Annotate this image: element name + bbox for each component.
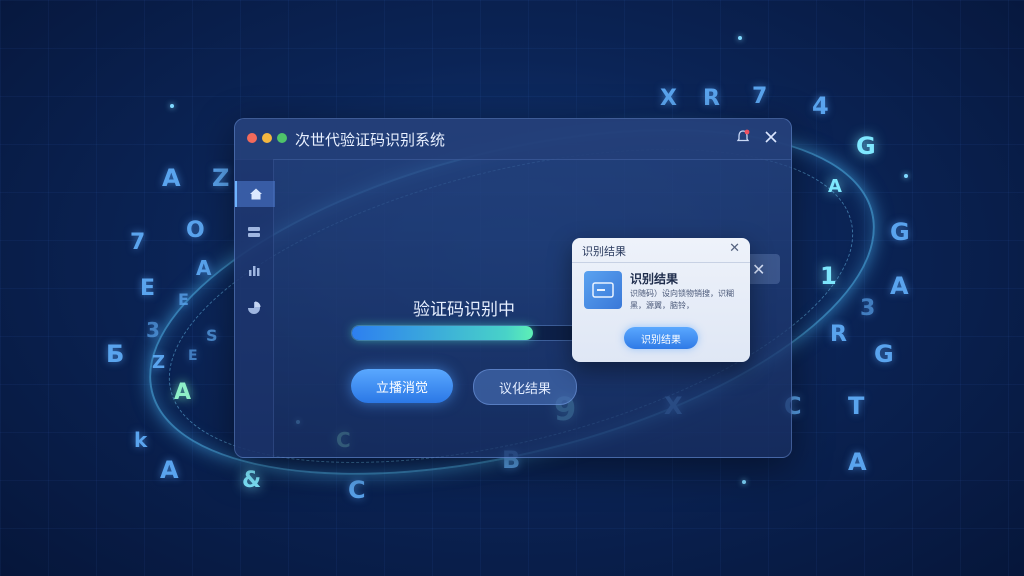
image-thumbnail-icon <box>584 271 622 309</box>
window-title: 次世代验证码识别系统 <box>295 131 446 149</box>
glyph: R <box>830 322 847 347</box>
glyph: E <box>178 290 189 309</box>
glyph: E <box>140 276 156 301</box>
glyph: & <box>242 468 262 493</box>
glyph: S <box>206 326 218 345</box>
close-dot[interactable] <box>247 133 257 143</box>
primary-button[interactable]: 立播消觉 <box>351 369 453 403</box>
bar-chart-icon <box>249 266 260 276</box>
sidebar-item-layers[interactable] <box>241 219 267 245</box>
pie-chart-icon <box>248 301 261 314</box>
glyph: 7 <box>130 230 146 255</box>
sidebar-item-home[interactable] <box>235 181 275 207</box>
glyph: Z <box>212 164 230 192</box>
popup-description: 识随码）设向锁物销搜，识糊黑，源翼，脑铃， <box>630 289 734 310</box>
glyph: A <box>890 272 909 300</box>
maximize-dot[interactable] <box>277 133 287 143</box>
notification-icon[interactable] <box>733 129 753 149</box>
background-close-icon: ✕ <box>752 260 766 279</box>
popup-close-icon[interactable]: ✕ <box>729 241 740 256</box>
glyph: E <box>188 348 198 364</box>
glyph: O <box>186 218 205 243</box>
sparkle <box>742 480 746 484</box>
sidebar-item-bar-chart[interactable] <box>241 257 267 283</box>
progress-fill <box>352 326 533 340</box>
glyph: 4 <box>812 92 829 120</box>
secondary-button[interactable]: 议化结果 <box>473 369 577 405</box>
glyph: G <box>856 132 876 160</box>
glyph: G <box>874 340 894 368</box>
home-icon <box>250 188 262 200</box>
glyph: X <box>660 86 677 111</box>
glyph: 1 <box>820 262 837 290</box>
glyph: Б <box>106 340 125 368</box>
sidebar <box>235 159 275 457</box>
glyph: G <box>890 218 910 246</box>
glyph: Z <box>152 352 166 373</box>
sparkle <box>904 174 908 178</box>
title-bar: 次世代验证码识别系统 <box>235 119 791 160</box>
layers-icon <box>248 227 260 237</box>
glyph: A <box>828 176 842 197</box>
sparkle <box>738 36 742 40</box>
glyph: C <box>348 476 366 504</box>
glyph: T <box>848 392 865 420</box>
glyph: R <box>703 86 720 111</box>
sparkle <box>170 104 174 108</box>
glyph: A <box>848 448 867 476</box>
close-icon[interactable] <box>761 129 781 149</box>
glyph: A <box>174 380 192 405</box>
glyph: k <box>134 428 148 452</box>
glyph: 7 <box>752 84 768 109</box>
sidebar-item-pie-chart[interactable] <box>241 295 267 321</box>
status-text: 验证码识别中 <box>413 300 515 320</box>
popup-title: 识别结果 <box>582 245 626 258</box>
progress-bar <box>351 325 579 341</box>
result-popup: 识别结果 ✕ 识别结果 识随码）设向锁物销搜，识糊黑，源翼，脑铃， 识别结果 <box>572 238 750 362</box>
glyph: 3 <box>860 296 876 321</box>
glyph: 3 <box>146 318 160 342</box>
popup-result-button[interactable]: 识别结果 <box>624 327 698 349</box>
popup-header: 识别结果 ✕ <box>572 238 750 263</box>
minimize-dot[interactable] <box>262 133 272 143</box>
glyph: A <box>196 256 212 280</box>
glyph: A <box>162 164 181 192</box>
glyph: A <box>160 456 179 484</box>
popup-heading: 识别结果 <box>630 272 679 286</box>
